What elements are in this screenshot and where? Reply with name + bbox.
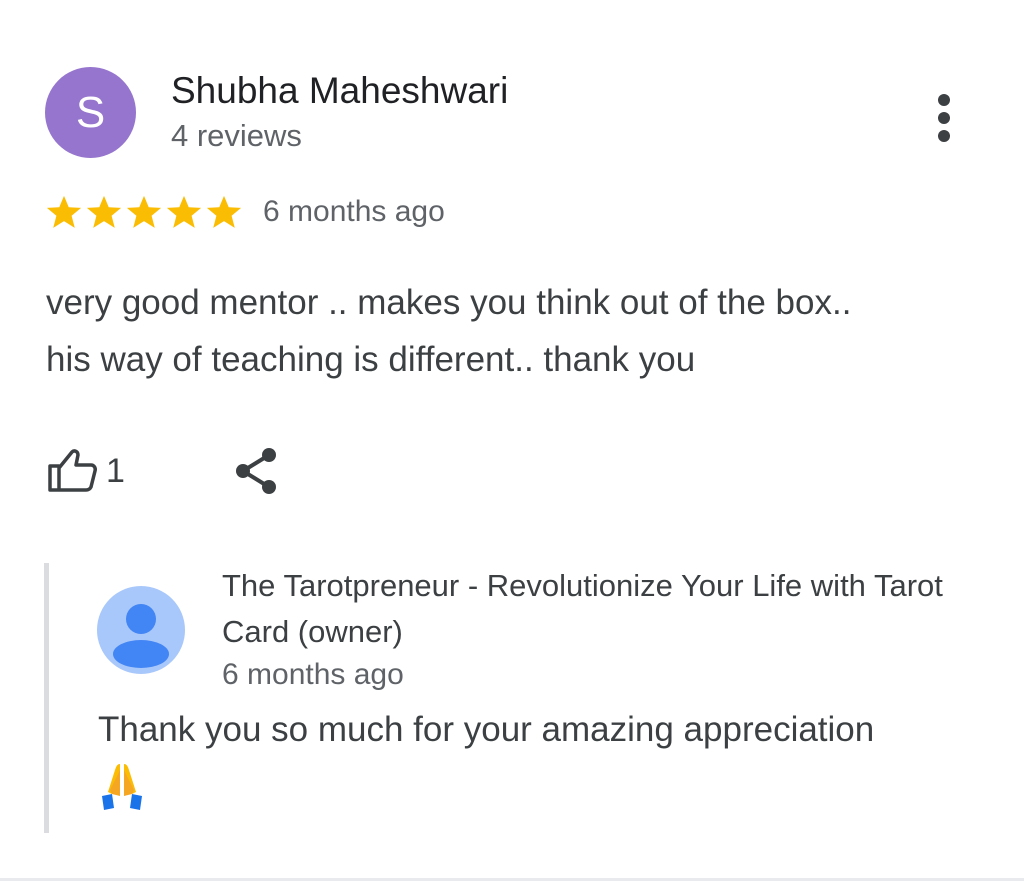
like-button[interactable]: 1: [46, 445, 125, 497]
star-icon: [86, 195, 122, 228]
like-count: 1: [106, 451, 125, 490]
reviewer-review-count: 4 reviews: [171, 118, 302, 153]
review-time: 6 months ago: [263, 195, 445, 228]
more-vertical-icon: [938, 94, 950, 142]
star-icon: [46, 195, 82, 228]
owner-reply-text: Thank you so much for your amazing appre…: [98, 710, 875, 749]
share-icon: [236, 448, 276, 494]
review-card: S Shubha Maheshwari 4 reviews 6 months a…: [0, 0, 1024, 888]
reviewer-avatar[interactable]: S: [45, 67, 136, 158]
reviewer-name[interactable]: Shubha Maheshwari: [171, 70, 508, 112]
star-icon: [126, 195, 162, 228]
folded-hands-emoji: [102, 764, 142, 810]
more-options-button[interactable]: [918, 88, 970, 148]
owner-reply-divider: [44, 563, 49, 833]
star-rating: [45, 190, 245, 234]
owner-name: The Tarotpreneur - Revolutionize Your Li…: [222, 568, 943, 649]
star-icon: [206, 195, 242, 228]
thumbs-up-icon: [48, 449, 97, 492]
reviewer-initial: S: [75, 87, 106, 137]
owner-reply-time: 6 months ago: [222, 658, 404, 691]
review-text: very good mentor .. makes you think out …: [46, 283, 852, 379]
owner-avatar: [97, 586, 185, 674]
share-button[interactable]: [230, 444, 282, 498]
star-icon: [166, 195, 202, 228]
bottom-divider: [0, 878, 1024, 881]
